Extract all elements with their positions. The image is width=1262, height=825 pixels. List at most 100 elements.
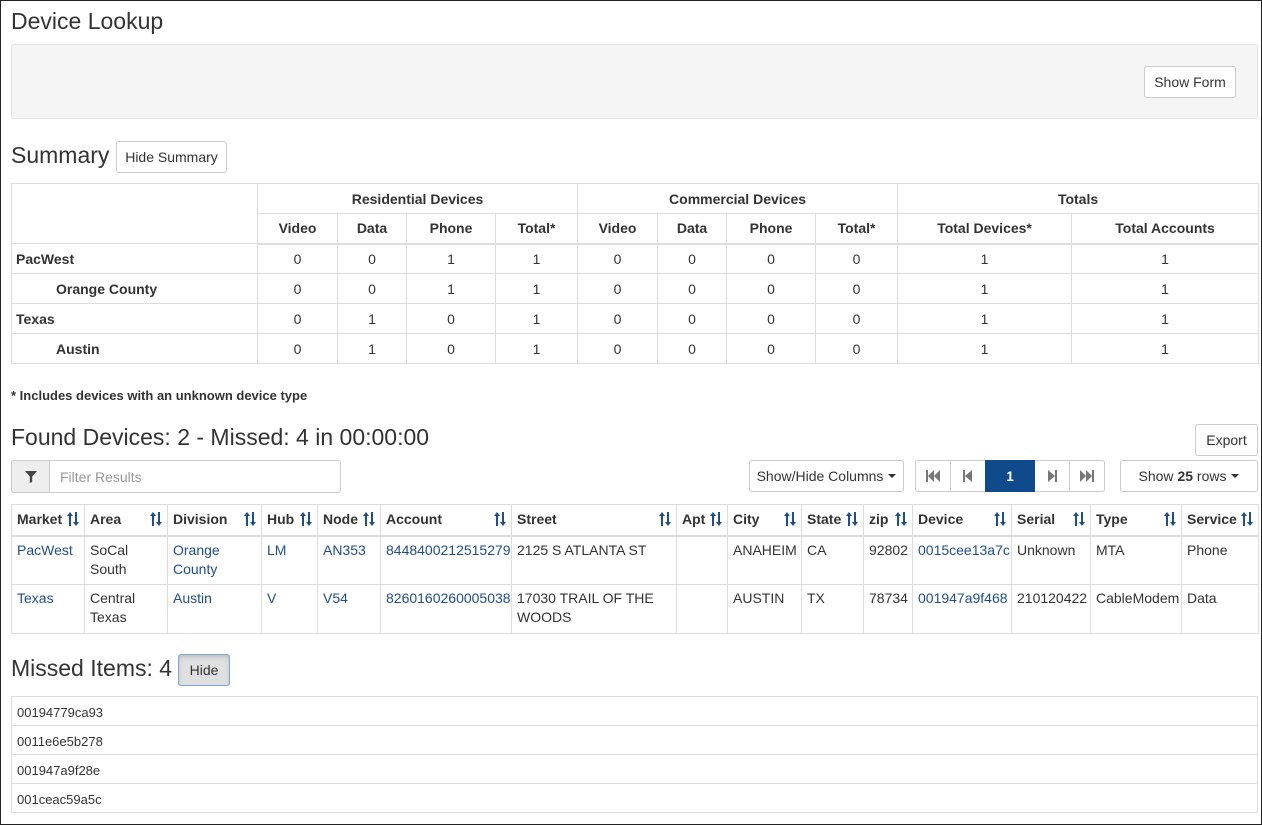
summary-cell: 1	[337, 333, 407, 364]
column-header-zip[interactable]: zip	[863, 504, 913, 537]
first-page-icon[interactable]	[915, 460, 951, 492]
column-header-type[interactable]: Type	[1090, 504, 1182, 537]
sort-icon[interactable]	[1241, 512, 1253, 531]
column-header-label: Device	[918, 511, 964, 528]
division-link[interactable]: Austin	[173, 590, 212, 606]
summary-group-header: Residential Devices Commercial Devices T…	[11, 183, 1260, 244]
summary-group-commercial: Commercial Devices	[577, 183, 899, 214]
column-header-area[interactable]: Area	[84, 504, 168, 537]
summary-body: PacWest 0 0 1 1 0 0 0 0 1 1 Orange County 0 0 1 1 0 0 0 0 1 1…	[11, 243, 1260, 364]
column-header-service[interactable]: Service	[1181, 504, 1259, 537]
summary-cell: 0	[815, 303, 899, 334]
cell-serial: Unknown	[1011, 535, 1091, 585]
node-link[interactable]: AN353	[323, 542, 366, 558]
summary-cell: 0	[726, 303, 817, 334]
sort-icon[interactable]	[994, 512, 1006, 531]
column-header-state[interactable]: State	[801, 504, 864, 537]
account-link[interactable]: 8260160260005038	[386, 590, 511, 606]
next-page-icon[interactable]	[1034, 460, 1070, 492]
sort-icon[interactable]	[150, 512, 162, 531]
summary-cell: 0	[657, 303, 728, 334]
column-header-label: Node	[323, 511, 358, 528]
devices-header-row: Market Area Division Hub Node Account Street Ap…	[11, 504, 1259, 537]
column-header-apt[interactable]: Apt	[676, 504, 728, 537]
hide-missed-button[interactable]: Hide	[178, 654, 230, 686]
sort-icon[interactable]	[363, 512, 375, 531]
column-header-node[interactable]: Node	[317, 504, 381, 537]
show-hide-columns-label: Show/Hide Columns	[756, 468, 884, 484]
sort-icon[interactable]	[846, 512, 858, 531]
summary-cell: 1	[1071, 303, 1260, 334]
column-header-account[interactable]: Account	[380, 504, 512, 537]
rows-per-page-prefix: Show	[1138, 468, 1174, 484]
column-header-label: Street	[517, 511, 557, 528]
rows-per-page-count: 25	[1177, 468, 1194, 484]
cell-type: CableModem	[1090, 584, 1182, 634]
column-header-label: City	[733, 511, 760, 528]
cell-hub: LM	[261, 535, 318, 585]
device-link[interactable]: 001947a9f468	[918, 590, 1008, 606]
column-header-market[interactable]: Market	[11, 504, 85, 537]
sort-icon[interactable]	[300, 512, 312, 531]
division-link[interactable]: Orange County	[173, 542, 220, 577]
page: Device Lookup Show Form Summary Hide Sum…	[0, 0, 1262, 825]
summary-cell: 1	[337, 303, 407, 334]
summary-cell: 0	[257, 273, 338, 304]
cell-node: AN353	[317, 535, 381, 585]
devices-body: PacWest SoCal South Orange County LM AN353 84…	[11, 535, 1259, 634]
device-link[interactable]: 0015cee13a7c	[918, 542, 1010, 558]
show-form-button[interactable]: Show Form	[1144, 66, 1236, 98]
missed-item: 001ceac59a5c	[11, 783, 1258, 813]
node-link[interactable]: V54	[323, 590, 348, 606]
hub-link[interactable]: LM	[267, 542, 286, 558]
cell-state: CA	[801, 535, 864, 585]
summary-col: Total Accounts	[1071, 213, 1260, 245]
filter-group	[11, 460, 341, 493]
summary-cell: 0	[577, 273, 659, 304]
show-hide-columns-button[interactable]: Show/Hide Columns	[749, 460, 904, 492]
sort-icon[interactable]	[710, 512, 722, 531]
summary-cell: 0	[657, 333, 728, 364]
column-header-device[interactable]: Device	[912, 504, 1012, 537]
sort-icon[interactable]	[244, 512, 256, 531]
sort-icon[interactable]	[494, 512, 506, 531]
cell-division: Austin	[167, 584, 262, 634]
hide-summary-button[interactable]: Hide Summary	[116, 141, 227, 173]
column-header-serial[interactable]: Serial	[1011, 504, 1091, 537]
summary-col: Phone	[726, 213, 817, 245]
summary-title: Summary	[11, 142, 110, 168]
last-page-icon[interactable]	[1069, 460, 1105, 492]
summary-col: Video	[257, 213, 338, 245]
page-number[interactable]: 1	[985, 460, 1035, 492]
rows-per-page-button[interactable]: Show 25 rows	[1120, 460, 1258, 492]
account-link[interactable]: 8448400212515279	[386, 542, 511, 558]
column-header-label: Serial	[1017, 511, 1056, 528]
filter-input[interactable]	[49, 460, 341, 493]
sort-icon[interactable]	[67, 512, 79, 531]
summary-cell: 1	[1071, 333, 1260, 364]
summary-cell: 0	[726, 333, 817, 364]
cell-city: ANAHEIM	[727, 535, 802, 585]
summary-cell: 0	[726, 273, 817, 304]
market-link[interactable]: Texas	[17, 590, 54, 606]
sort-icon[interactable]	[659, 512, 671, 531]
sort-icon[interactable]	[1073, 512, 1085, 531]
hub-link[interactable]: V	[267, 590, 276, 606]
column-header-label: Hub	[267, 511, 295, 528]
summary-cell: 0	[815, 273, 899, 304]
cell-street: 17030 TRAIL OF THE WOODS	[511, 584, 677, 634]
column-header-city[interactable]: City	[727, 504, 802, 537]
market-link[interactable]: PacWest	[17, 542, 73, 558]
column-header-street[interactable]: Street	[511, 504, 677, 537]
sort-icon[interactable]	[1164, 512, 1176, 531]
sort-icon[interactable]	[895, 512, 907, 531]
export-button[interactable]: Export	[1195, 424, 1258, 456]
summary-cell: 0	[257, 333, 338, 364]
column-header-division[interactable]: Division	[167, 504, 262, 537]
summary-cell: 1	[1071, 243, 1260, 274]
cell-zip: 78734	[863, 584, 913, 634]
summary-cell: 0	[406, 333, 496, 364]
prev-page-icon[interactable]	[950, 460, 986, 492]
column-header-hub[interactable]: Hub	[261, 504, 318, 537]
sort-icon[interactable]	[784, 512, 796, 531]
